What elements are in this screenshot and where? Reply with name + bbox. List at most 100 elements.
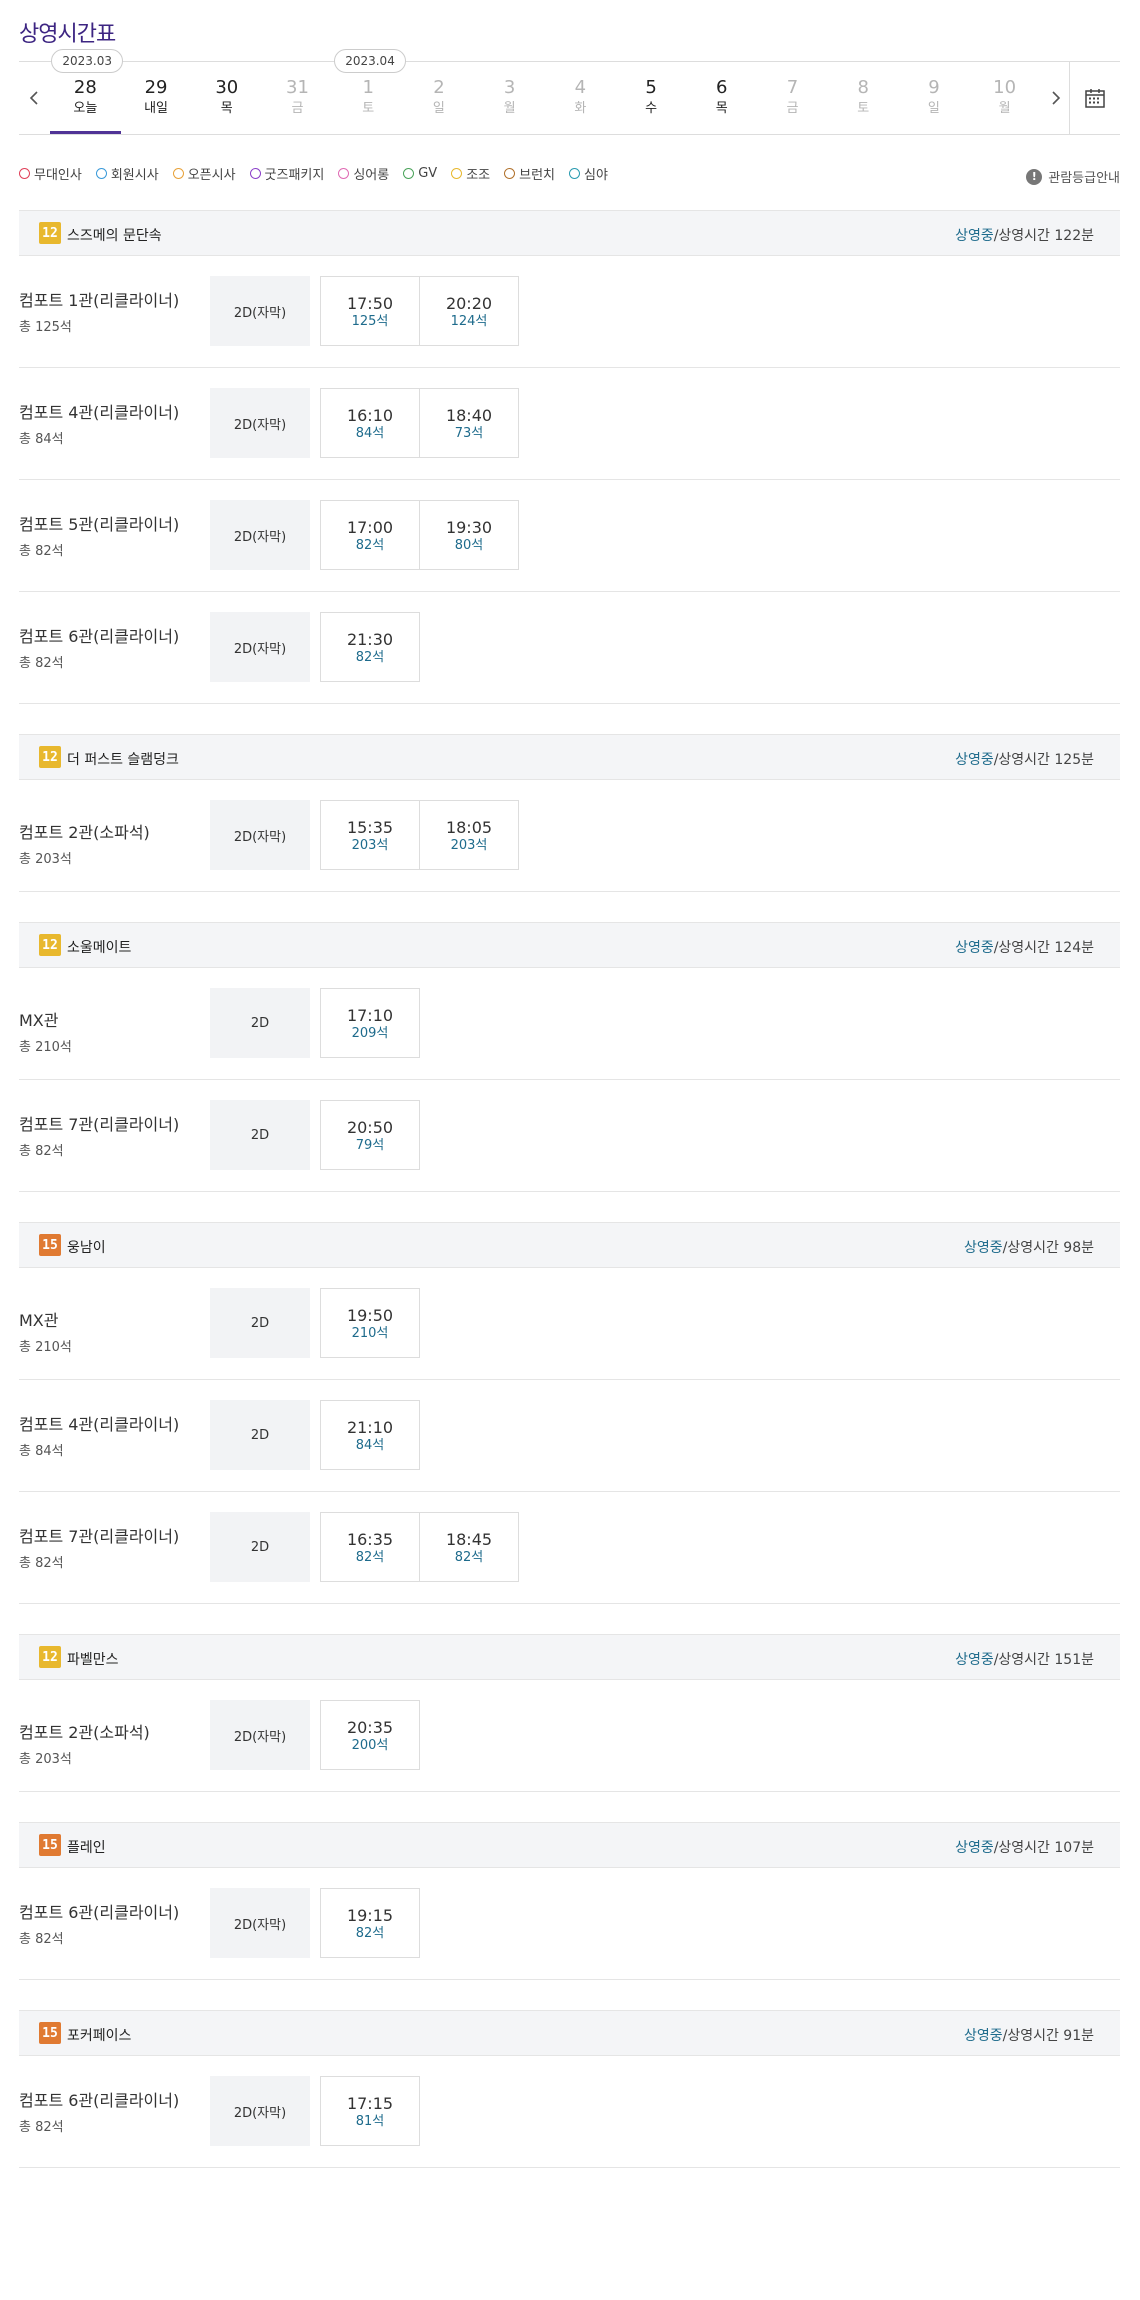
showtime-time: 18:45 (445, 1530, 493, 1549)
movie-runtime-info: 상영중/상영시간 125분 (955, 749, 1094, 769)
date-weekday: 수 (645, 101, 658, 116)
date-item[interactable]: 2일 (404, 62, 475, 134)
chevron-left-icon[interactable] (19, 62, 49, 134)
theater-row: MX관 총 210석 2D 17:10 209석 (19, 968, 1120, 1080)
movie-header: 12 더 퍼스트 슬램덩크 상영중/상영시간 125분 (19, 734, 1120, 780)
legend-dot-icon (19, 167, 30, 179)
hall-info: 컴포트 1관(리클라이너) 총 125석 (19, 292, 194, 336)
movie-title[interactable]: 웅남이 (67, 1237, 106, 1257)
showtime-button[interactable]: 20:35 200석 (320, 1700, 420, 1770)
movie-title[interactable]: 더 퍼스트 슬램덩크 (67, 749, 179, 769)
date-item[interactable]: 3월 (474, 62, 545, 134)
showtime-button[interactable]: 20:20 124석 (419, 276, 519, 346)
theater-row: 컴포트 2관(소파석) 총 203석 2D(자막) 15:35 203석 18:05 203… (19, 780, 1120, 892)
screen-type: 2D (210, 1288, 310, 1358)
showtime-time: 18:40 (445, 406, 493, 425)
hall-total-seats: 총 82석 (19, 656, 64, 671)
date-item[interactable]: 10 월 (969, 62, 1040, 134)
screen-type: 2D(자막) (210, 1888, 310, 1958)
hall-info: 컴포트 6관(리클라이너) 총 82석 (19, 1904, 194, 1948)
screen-type: 2D(자막) (210, 1700, 310, 1770)
movie-title[interactable]: 포커페이스 (67, 2025, 131, 2045)
date-item[interactable]: 5수 (616, 62, 687, 134)
date-weekday: 금 (786, 101, 799, 116)
legend-item: 싱어롱 (338, 164, 389, 183)
showtime-button[interactable]: 18:45 82석 (419, 1512, 519, 1582)
date-item[interactable]: 30 목 (191, 62, 262, 134)
showtime-time: 20:50 (346, 1118, 394, 1137)
theater-row: 컴포트 6관(리클라이너) 총 82석 2D(자막) 21:30 82석 (19, 592, 1120, 704)
date-item[interactable]: 29 내일 (121, 62, 192, 134)
date-item[interactable]: 8토 (828, 62, 899, 134)
date-number: 3 (503, 77, 516, 98)
showtime-button[interactable]: 21:10 84석 (320, 1400, 420, 1470)
hall-name: 컴포트 2관(소파석) (19, 1723, 150, 1742)
showtime-remaining-seats: 210석 (351, 1326, 389, 1341)
date-number: 9 (928, 77, 940, 98)
showtime-time: 21:30 (346, 630, 394, 649)
showtime-button[interactable]: 18:05 203석 (419, 800, 519, 870)
showtime-time: 21:10 (346, 1418, 394, 1437)
showtime-button[interactable]: 18:40 73석 (419, 388, 519, 458)
showtime-button[interactable]: 19:15 82석 (320, 1888, 420, 1958)
movie-runtime-info: 상영중/상영시간 107분 (955, 1837, 1094, 1857)
hall-total-seats: 총 125석 (19, 320, 72, 335)
movie-title[interactable]: 플레인 (67, 1837, 106, 1857)
rating-guide-link[interactable]: ! 관람등급안내 (1026, 167, 1120, 186)
movie-title[interactable]: 스즈메의 문단속 (67, 225, 162, 245)
hall-total-seats: 총 203석 (19, 1752, 72, 1767)
movie-status: 상영중 (963, 2028, 1003, 2044)
legend-label: 회원시사 (110, 167, 159, 183)
hall-total-seats: 총 82석 (19, 1932, 64, 1947)
hall-info: MX관 총 210석 (19, 1312, 194, 1356)
showtime-remaining-seats: 209석 (351, 1026, 389, 1041)
legend-label: 싱어롱 (353, 167, 390, 183)
showtime-button[interactable]: 19:30 80석 (419, 500, 519, 570)
legend-dot-icon (249, 167, 261, 179)
showtime-button[interactable]: 16:10 84석 (320, 388, 420, 458)
showtime-button[interactable]: 17:00 82석 (320, 500, 420, 570)
theater-row: 컴포트 4관(리클라이너) 총 84석 2D(자막) 16:10 84석 18:40 73석 (19, 368, 1120, 480)
date-item[interactable]: 31 금 (262, 62, 333, 134)
hall-info: 컴포트 7관(리클라이너) 총 82석 (19, 1116, 194, 1160)
month-badge: 2023.03 (51, 49, 123, 73)
hall-info: 컴포트 6관(리클라이너) 총 82석 (19, 628, 194, 672)
movie-header: 12 파벨만스 상영중/상영시간 151분 (19, 1634, 1120, 1680)
screening-legend: 무대인사 회원시사 오픈시사 굿즈패키지 싱어롱 GV 조조 브런치 심야 (19, 163, 622, 183)
showtime-button[interactable]: 21:30 82석 (320, 612, 420, 682)
date-number: 8 (857, 77, 869, 98)
calendar-icon[interactable] (1069, 62, 1120, 134)
date-item[interactable]: 7금 (757, 62, 828, 134)
movie-header: 15 웅남이 상영중/상영시간 98분 (19, 1222, 1120, 1268)
movie-title[interactable]: 파벨만스 (67, 1649, 119, 1669)
movie-runtime-info: 상영중/상영시간 124분 (955, 937, 1094, 957)
legend-item: 브런치 (504, 164, 555, 183)
chevron-right-icon[interactable] (1041, 62, 1071, 134)
hall-total-seats: 총 84석 (19, 432, 64, 447)
hall-name: 컴포트 6관(리클라이너) (19, 2091, 180, 2110)
showtime-button[interactable]: 20:50 79석 (320, 1100, 420, 1170)
movie-status: 상영중 (963, 1240, 1003, 1256)
screen-type: 2D(자막) (210, 276, 310, 346)
showtime-button[interactable]: 17:50 125석 (320, 276, 420, 346)
date-number: 31 (286, 77, 309, 98)
showtime-button[interactable]: 15:35 203석 (320, 800, 420, 870)
showtime-button[interactable]: 19:50 210석 (320, 1288, 420, 1358)
date-number: 29 (144, 77, 168, 98)
screen-type: 2D (210, 1400, 310, 1470)
page-title: 상영시간표 (19, 22, 116, 47)
hall-info: 컴포트 7관(리클라이너) 총 82석 (19, 1528, 194, 1572)
movie-title[interactable]: 소울메이트 (67, 937, 131, 957)
showtime-button[interactable]: 17:10 209석 (320, 988, 420, 1058)
date-item[interactable]: 4화 (545, 62, 616, 134)
date-number: 4 (574, 77, 587, 98)
date-item[interactable]: 9일 (899, 62, 970, 134)
age-rating-badge: 15 (39, 1834, 61, 1856)
date-item[interactable]: 6목 (686, 62, 757, 134)
showtime-button[interactable]: 17:15 81석 (320, 2076, 420, 2146)
date-weekday: 오늘 (73, 101, 98, 116)
screen-type: 2D(자막) (210, 612, 310, 682)
showtime-button[interactable]: 16:35 82석 (320, 1512, 420, 1582)
legend-item: GV (403, 166, 437, 181)
hall-info: 컴포트 6관(리클라이너) 총 82석 (19, 2091, 194, 2136)
